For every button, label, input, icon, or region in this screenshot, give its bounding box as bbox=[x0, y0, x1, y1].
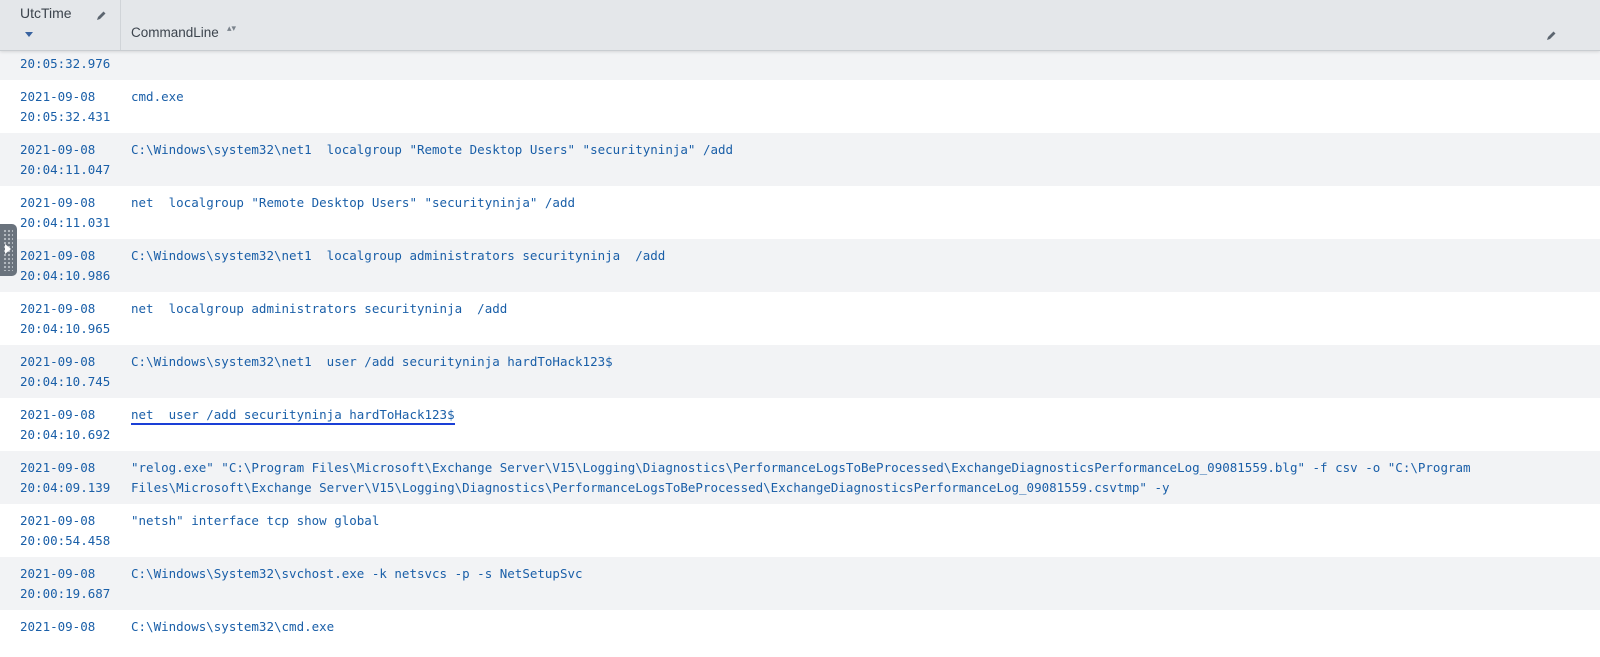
utctime-cell-date[interactable]: 2021-09-08 bbox=[20, 513, 95, 528]
table-row: 2021-09-08 20:04:10.965 net localgroup a… bbox=[0, 292, 1600, 345]
table-row: 2021-09-08 20:04:10.745 C:\Windows\syste… bbox=[0, 345, 1600, 398]
utctime-cell-date[interactable]: 2021-09-08 bbox=[20, 354, 95, 369]
column-header-commandline[interactable]: CommandLine ▴▾ bbox=[121, 0, 1600, 50]
column-header-utctime[interactable]: UtcTime bbox=[0, 0, 121, 50]
table-row: 2021-09-08 20:04:10.692 net user /add se… bbox=[0, 398, 1600, 451]
events-table: UtcTime CommandLine ▴▾ 20:05:32.976 2021… bbox=[0, 0, 1600, 657]
utctime-cell-time[interactable]: 20:04:10.965 bbox=[20, 321, 110, 336]
utctime-cell-date[interactable]: 2021-09-08 bbox=[20, 460, 95, 475]
utctime-cell-date[interactable]: 2021-09-08 bbox=[20, 89, 95, 104]
sort-descending-icon[interactable] bbox=[25, 32, 33, 37]
commandline-cell[interactable]: C:\Windows\system32\net1 localgroup "Rem… bbox=[131, 142, 733, 157]
utctime-cell-time[interactable]: 20:05:32.431 bbox=[20, 109, 110, 124]
utctime-cell-time[interactable]: 20:04:10.986 bbox=[20, 268, 110, 283]
utctime-cell-time[interactable]: 20:00:54.458 bbox=[20, 533, 110, 548]
utctime-cell-date[interactable]: 2021-09-08 bbox=[20, 195, 95, 210]
utctime-cell-time[interactable]: 20:04:10.692 bbox=[20, 427, 110, 442]
table-row: 2021-09-08 20:04:09.139 "relog.exe" "C:\… bbox=[0, 451, 1600, 504]
table-row: 2021-09-08 20:00:19.687 C:\Windows\Syste… bbox=[0, 557, 1600, 610]
utctime-cell-date[interactable]: 2021-09-08 bbox=[20, 142, 95, 157]
commandline-cell-hovered[interactable]: net user /add securityninja hardToHack12… bbox=[131, 407, 455, 425]
table-row: 2021-09-08 20:00:54.458 "netsh" interfac… bbox=[0, 504, 1600, 557]
commandline-cell[interactable]: C:\Windows\system32\net1 localgroup admi… bbox=[131, 248, 665, 263]
utctime-cell-time[interactable]: 20:04:11.031 bbox=[20, 215, 110, 230]
commandline-cell[interactable]: "relog.exe" "C:\Program Files\Microsoft\… bbox=[131, 460, 1471, 475]
commandline-cell[interactable]: cmd.exe bbox=[131, 89, 184, 104]
commandline-cell[interactable]: C:\Windows\system32\net1 user /add secur… bbox=[131, 354, 613, 369]
edit-column-icon[interactable] bbox=[1545, 27, 1557, 40]
sidebar-expand-handle[interactable] bbox=[0, 224, 17, 276]
utctime-cell-date[interactable]: 2021-09-08 bbox=[20, 301, 95, 316]
edit-column-icon[interactable] bbox=[95, 7, 107, 20]
column-title-utctime: UtcTime bbox=[20, 5, 72, 21]
table-row: 2021-09-08 20:04:11.047 C:\Windows\syste… bbox=[0, 133, 1600, 186]
table-row: 2021-09-08 C:\Windows\system32\cmd.exe bbox=[0, 610, 1600, 657]
commandline-cell[interactable]: net localgroup "Remote Desktop Users" "s… bbox=[131, 195, 575, 210]
utctime-cell-time[interactable]: 20:04:09.139 bbox=[20, 480, 110, 495]
utctime-cell-date[interactable]: 2021-09-08 bbox=[20, 248, 95, 263]
utctime-cell-date[interactable]: 2021-09-08 bbox=[20, 619, 95, 634]
utctime-cell-time[interactable]: 20:00:19.687 bbox=[20, 586, 110, 601]
sort-unsorted-icon[interactable]: ▴▾ bbox=[227, 25, 236, 34]
table-row: 2021-09-08 20:04:11.031 net localgroup "… bbox=[0, 186, 1600, 239]
expand-arrow-icon bbox=[5, 244, 11, 254]
utctime-cell-date[interactable]: 2021-09-08 bbox=[20, 407, 95, 422]
utctime-cell-date[interactable]: 2021-09-08 bbox=[20, 566, 95, 581]
table-row: 2021-09-08 20:05:32.431 cmd.exe bbox=[0, 80, 1600, 133]
utctime-cell-time[interactable]: 20:04:10.745 bbox=[20, 374, 110, 389]
commandline-cell[interactable]: "netsh" interface tcp show global bbox=[131, 513, 379, 528]
utctime-cell-time[interactable]: 20:04:11.047 bbox=[20, 162, 110, 177]
commandline-cell[interactable]: net localgroup administrators securityni… bbox=[131, 301, 507, 316]
commandline-cell[interactable]: C:\Windows\system32\cmd.exe bbox=[131, 619, 334, 634]
table-header: UtcTime CommandLine ▴▾ bbox=[0, 0, 1600, 51]
commandline-cell[interactable]: C:\Windows\System32\svchost.exe -k netsv… bbox=[131, 566, 583, 581]
column-title-commandline: CommandLine bbox=[131, 25, 219, 40]
utctime-cell-time[interactable]: 20:05:32.976 bbox=[20, 56, 110, 71]
table-row: 2021-09-08 20:04:10.986 C:\Windows\syste… bbox=[0, 239, 1600, 292]
commandline-cell-continuation[interactable]: Files\Microsoft\Exchange Server\V15\Logg… bbox=[131, 480, 1170, 495]
